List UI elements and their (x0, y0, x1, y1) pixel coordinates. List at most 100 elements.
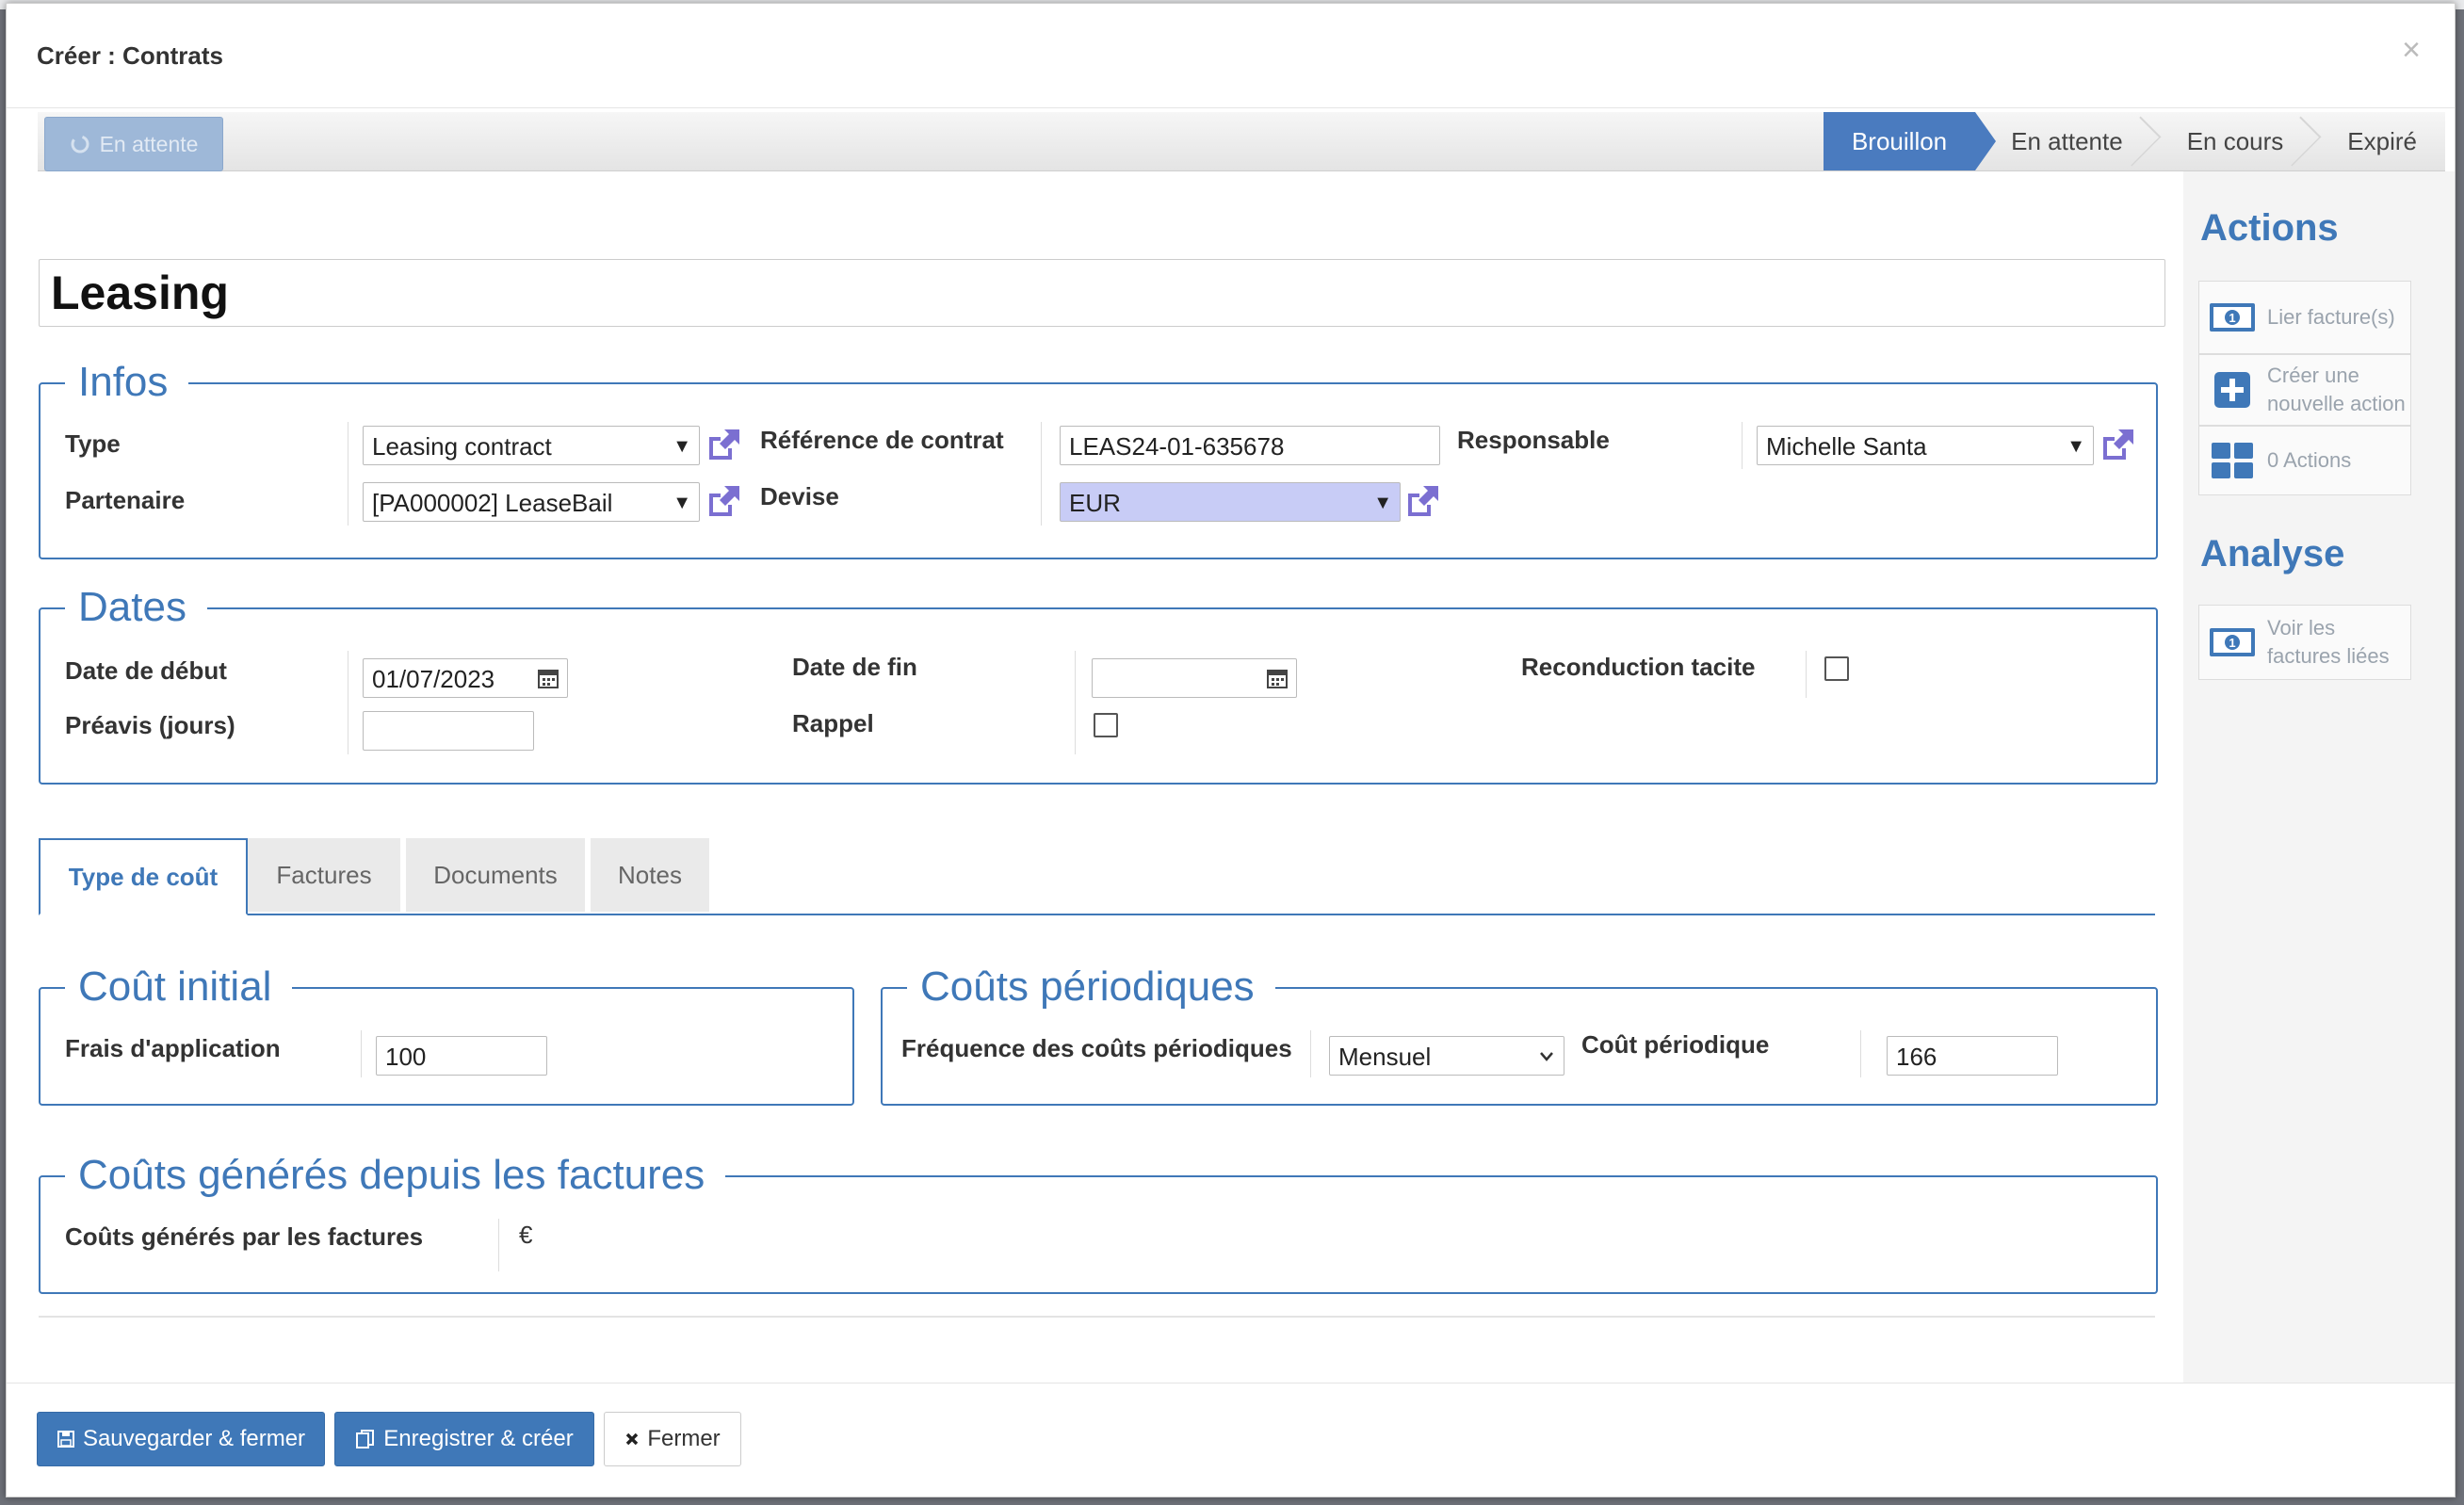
separator (1310, 1030, 1311, 1077)
create-contract-dialog: Créer : Contrats × En attente Brouillon … (6, 3, 2456, 1497)
create-action-button[interactable]: Créer une nouvelle action (2198, 354, 2411, 426)
x-icon (626, 1432, 639, 1446)
type-select[interactable]: Leasing contract ▼ (363, 426, 700, 465)
type-value: Leasing contract (372, 432, 552, 461)
set-waiting-button[interactable]: En attente (44, 117, 223, 171)
reminder-checkbox[interactable] (1094, 713, 1118, 737)
caret-down-icon: ▼ (673, 436, 691, 457)
dates-legend: Dates (65, 574, 207, 640)
copy-icon (356, 1430, 375, 1448)
infos-group: Infos Type Partenaire Leasing contract ▼ … (39, 349, 2158, 559)
modal-title: Créer : Contrats (37, 41, 223, 70)
status-step-draft[interactable]: Brouillon (1823, 112, 1997, 170)
end-date-input[interactable] (1092, 658, 1297, 698)
contract-name-input[interactable]: Leasing (39, 259, 2165, 327)
grid-icon (2209, 442, 2256, 479)
tab-documents[interactable]: Documents (406, 838, 585, 912)
calendar-icon[interactable] (1266, 667, 1289, 689)
responsible-label: Responsable (1457, 426, 1610, 454)
periodic-costs-legend: Coûts périodiques (907, 954, 1275, 1020)
start-date-label: Date de début (65, 656, 227, 685)
actions-title: Actions (2200, 207, 2339, 249)
type-label: Type (65, 429, 121, 458)
separator (1806, 651, 1807, 698)
actions-count-label: 0 Actions (2267, 448, 2352, 472)
separator (1860, 1030, 1861, 1077)
save-close-button[interactable]: Sauvegarder & fermer (37, 1412, 325, 1466)
status-bar: En attente Brouillon En attente En cours… (38, 112, 2445, 171)
modal-footer: Sauvegarder & fermer Enregistrer & créer… (7, 1383, 2455, 1497)
tab-invoices[interactable]: Factures (248, 838, 400, 912)
create-action-label: Créer une nouvelle action (2267, 364, 2406, 415)
reminder-label: Rappel (792, 709, 874, 737)
banknote-icon: 1 (2209, 623, 2256, 661)
application-fee-input[interactable]: 100 (376, 1036, 547, 1076)
frequency-label: Fréquence des coûts périodiques (901, 1034, 1292, 1062)
view-invoices-button[interactable]: 1 Voir les factures liées (2198, 605, 2411, 680)
start-date-input[interactable]: 01/07/2023 (363, 658, 568, 698)
separator (1742, 422, 1743, 469)
caret-down-icon: ▼ (1373, 493, 1392, 513)
invoice-costs-label: Coûts générés par les factures (65, 1222, 424, 1251)
save-create-button[interactable]: Enregistrer & créer (334, 1412, 594, 1466)
close-button[interactable]: Fermer (604, 1412, 741, 1466)
periodic-cost-input[interactable]: 166 (1887, 1036, 2058, 1076)
external-link-icon[interactable] (705, 482, 743, 520)
external-link-icon[interactable] (1404, 482, 1442, 520)
currency-select[interactable]: EUR ▼ (1060, 482, 1401, 522)
partner-value: [PA000002] LeaseBail (372, 489, 613, 517)
plus-square-icon (2209, 371, 2256, 409)
status-steps: Brouillon En attente En cours Expiré (1823, 112, 2445, 170)
application-fee-label: Frais d'application (65, 1034, 281, 1062)
svg-text:1: 1 (2229, 311, 2235, 325)
separator (348, 422, 349, 526)
caret-down-icon: ▼ (673, 493, 691, 513)
link-invoices-button[interactable]: 1 Lier facture(s) (2198, 281, 2411, 354)
save-close-label: Sauvegarder & fermer (82, 1426, 306, 1451)
analysis-title: Analyse (2200, 533, 2345, 574)
partner-label: Partenaire (65, 486, 186, 514)
divider (39, 1316, 2155, 1318)
tab-notes[interactable]: Notes (591, 838, 709, 912)
spinner-icon (71, 135, 89, 154)
currency-label: Devise (760, 482, 839, 510)
contract-ref-input[interactable]: LEAS24-01-635678 (1060, 426, 1440, 465)
frequency-value: Mensuel (1338, 1043, 1432, 1071)
right-sidebar: Actions 1 Lier facture(s) Créer une nouv… (2183, 171, 2455, 1386)
tacit-renewal-checkbox[interactable] (1824, 656, 1849, 681)
status-step-waiting[interactable]: En attente (1975, 112, 2151, 170)
responsible-select[interactable]: Michelle Santa ▼ (1757, 426, 2094, 465)
separator (498, 1219, 499, 1271)
close-icon[interactable]: × (2402, 32, 2421, 69)
actions-count-button[interactable]: 0 Actions (2198, 426, 2411, 495)
responsible-value: Michelle Santa (1766, 432, 1927, 461)
chevron-down-icon (1540, 1052, 1553, 1061)
view-invoices-label: Voir les factures liées (2267, 616, 2390, 668)
notice-label: Préavis (jours) (65, 711, 235, 739)
frequency-select[interactable]: Mensuel (1329, 1036, 1564, 1076)
tab-cost-type[interactable]: Type de coût (39, 838, 248, 915)
currency-value: EUR (1069, 489, 1121, 517)
external-link-icon[interactable] (2099, 426, 2137, 463)
notice-input[interactable] (363, 711, 534, 751)
separator (348, 651, 349, 754)
partner-select[interactable]: [PA000002] LeaseBail ▼ (363, 482, 700, 522)
close-label: Fermer (647, 1426, 721, 1451)
periodic-costs-group: Coûts périodiques Fréquence des coûts pé… (881, 954, 2158, 1106)
invoice-costs-value: € (519, 1221, 533, 1249)
generated-costs-legend: Coûts générés depuis les factures (65, 1142, 726, 1208)
separator (1075, 651, 1076, 754)
tab-bar: Type de coût Factures Documents Notes (39, 838, 2155, 915)
link-invoices-label: Lier facture(s) (2267, 305, 2395, 329)
svg-text:1: 1 (2229, 636, 2235, 650)
separator (1041, 422, 1042, 526)
set-waiting-label: En attente (99, 131, 199, 156)
status-step-running[interactable]: En cours (2151, 112, 2312, 170)
save-create-label: Enregistrer & créer (383, 1426, 574, 1451)
status-step-expired[interactable]: Expiré (2311, 112, 2445, 170)
external-link-icon[interactable] (705, 426, 743, 463)
calendar-icon[interactable] (537, 667, 559, 689)
dates-group: Dates Date de début Préavis (jours) 01/0… (39, 574, 2158, 785)
caret-down-icon: ▼ (2067, 436, 2085, 457)
separator (361, 1030, 362, 1077)
